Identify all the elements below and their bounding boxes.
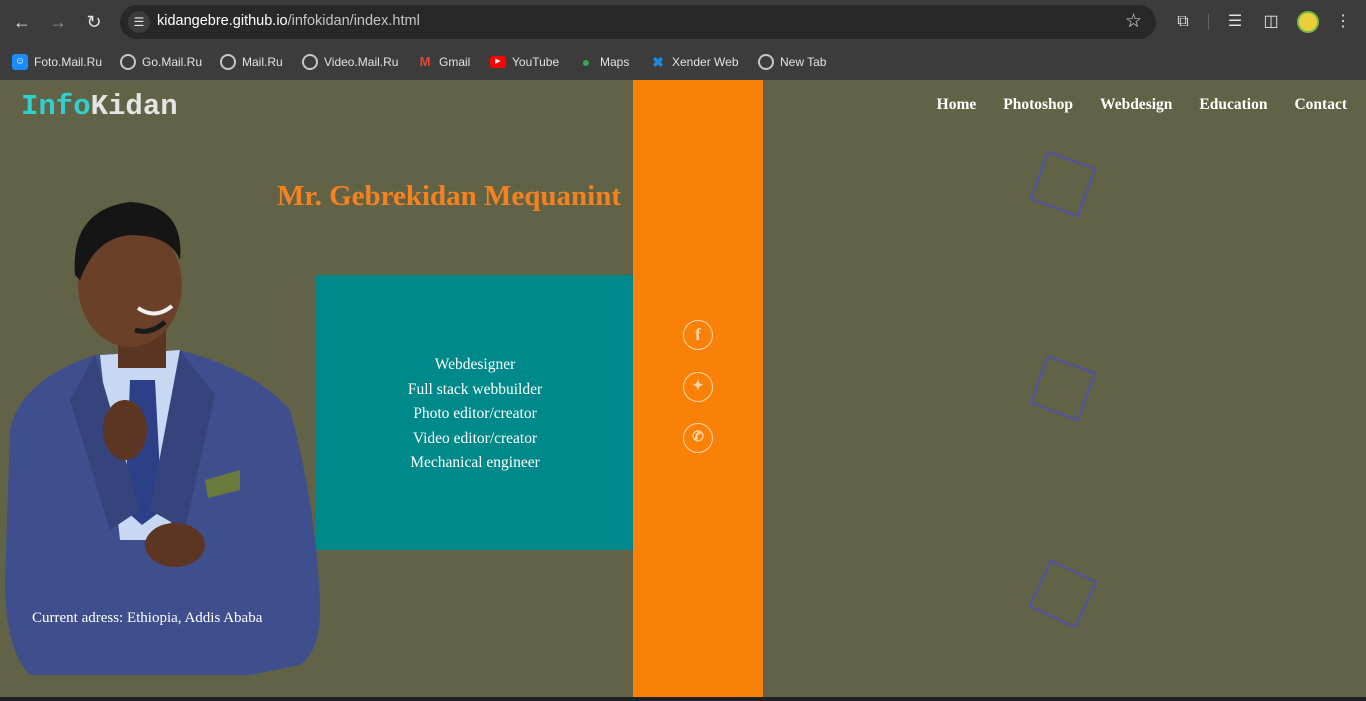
extensions-icon[interactable]: ⧉ [1170, 9, 1196, 35]
site-info-icon[interactable]: ☰ [128, 11, 150, 33]
bookmark-gmail[interactable]: M Gmail [417, 52, 471, 72]
bookmark-label: Video.Mail.Ru [324, 55, 399, 69]
bookmark-xender[interactable]: ✖ Xender Web [650, 52, 739, 72]
gmail-icon: M [419, 54, 431, 69]
facebook-icon[interactable]: f [683, 320, 713, 350]
window-bottom-edge [0, 697, 1366, 701]
globe-icon [758, 54, 774, 70]
globe-icon [220, 54, 236, 70]
bookmark-label: Gmail [439, 55, 471, 69]
roles-box: Webdesigner Full stack webbuilder Photo … [316, 275, 634, 550]
nav-contact[interactable]: Contact [1294, 96, 1347, 114]
bookmark-label: Xender Web [672, 55, 739, 69]
twitter-icon[interactable]: ✦ [683, 372, 713, 402]
bookmark-foto-mail[interactable]: ☺ Foto.Mail.Ru [12, 52, 102, 72]
url-text[interactable]: kidangebre.github.io/infokidan/index.htm… [157, 13, 420, 29]
site-logo[interactable]: InfoKidan [21, 90, 178, 123]
current-address: Current adress: Ethiopia, Addis Ababa [32, 610, 263, 626]
bookmark-youtube[interactable]: ▶ YouTube [490, 52, 559, 72]
media-queue-icon[interactable]: ☰ [1222, 9, 1248, 35]
role-item: Video editor/creator [412, 429, 538, 447]
profile-photo [5, 202, 321, 675]
bookmarks-bar: ☺ Foto.Mail.Ru Go.Mail.Ru Mail.Ru Video.… [0, 44, 1366, 80]
bookmark-maps[interactable]: ● Maps [578, 52, 630, 72]
address-bar[interactable]: ☰ kidangebre.github.io/infokidan/index.h… [120, 5, 1156, 39]
globe-icon [120, 54, 136, 70]
bookmark-label: Go.Mail.Ru [142, 55, 203, 69]
role-item: Webdesigner [434, 356, 516, 373]
foto-mail-icon: ☺ [12, 54, 28, 70]
bookmark-star-icon[interactable]: ☆ [1125, 10, 1142, 33]
bookmark-video-mail[interactable]: Video.Mail.Ru [302, 52, 398, 72]
bookmark-mail-ru[interactable]: Mail.Ru [220, 52, 283, 72]
page-content: InfoKidan Home Photoshop Webdesign Educa… [0, 80, 1366, 697]
side-panel-icon[interactable]: ◫ [1258, 9, 1284, 35]
bookmark-label: New Tab [780, 55, 827, 69]
bookmark-label: Mail.Ru [242, 55, 283, 69]
toolbar-divider [1208, 14, 1209, 30]
reload-icon[interactable]: ↻ [80, 8, 108, 36]
nav-education[interactable]: Education [1199, 96, 1267, 114]
back-arrow-icon[interactable]: ← [8, 8, 36, 36]
maps-icon: ● [581, 54, 591, 70]
nav-photoshop[interactable]: Photoshop [1003, 96, 1073, 114]
decorative-square [1029, 150, 1097, 218]
nav-webdesign[interactable]: Webdesign [1100, 96, 1172, 114]
whatsapp-icon[interactable]: ✆ [683, 423, 713, 453]
decorative-square [1029, 354, 1097, 422]
bookmark-label: YouTube [512, 55, 560, 69]
bookmark-label: Foto.Mail.Ru [34, 55, 103, 69]
bookmark-label: Maps [600, 55, 630, 69]
bookmark-new-tab[interactable]: New Tab [758, 52, 826, 72]
person-name: Mr. Gebrekidan Mequanint [277, 180, 622, 212]
profile-avatar[interactable] [1297, 11, 1319, 33]
nav-home[interactable]: Home [937, 96, 977, 114]
bookmark-go-mail[interactable]: Go.Mail.Ru [120, 52, 202, 72]
role-item: Full stack webbuilder [407, 380, 543, 398]
browser-toolbar: ← → ↻ ☰ kidangebre.github.io/infokidan/i… [0, 0, 1366, 44]
xender-icon: ✖ [652, 54, 664, 70]
role-item: Mechanical engineer [410, 454, 540, 471]
role-item: Photo editor/creator [413, 405, 537, 422]
main-nav: Home Photoshop Webdesign Education Conta… [910, 96, 1347, 114]
globe-icon [302, 54, 318, 70]
decorative-square [1028, 559, 1098, 629]
menu-dots-icon[interactable]: ⋮ [1330, 9, 1356, 35]
youtube-icon: ▶ [490, 56, 506, 68]
forward-arrow-icon[interactable]: → [44, 8, 72, 36]
